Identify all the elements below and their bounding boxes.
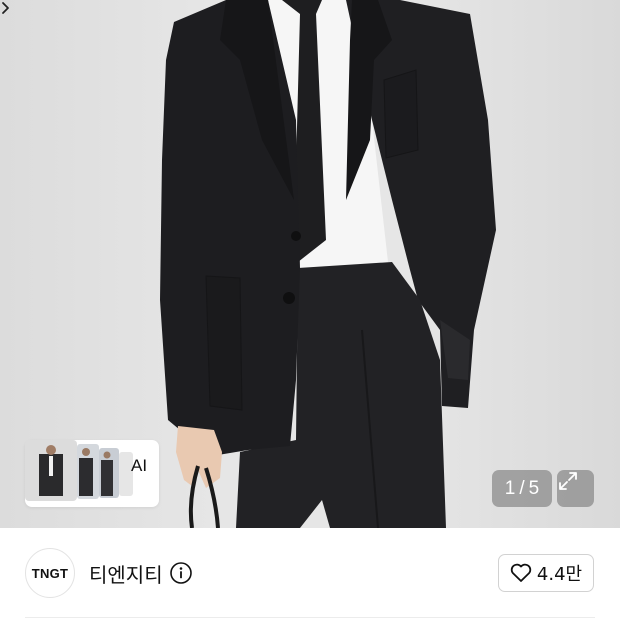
product-image[interactable]: AI 1 / 5	[0, 0, 620, 528]
expand-image-button[interactable]	[557, 470, 594, 507]
expand-icon	[559, 472, 577, 490]
section-divider	[25, 617, 595, 618]
current-page: 1	[504, 477, 516, 499]
chevron-right-icon[interactable]	[0, 0, 12, 16]
like-count: 4.4만	[536, 564, 583, 585]
like-button[interactable]: 4.4만	[498, 554, 594, 592]
info-icon[interactable]	[169, 561, 193, 585]
brand-logo-text: TNGT	[31, 565, 69, 581]
ai-label[interactable]: AI	[131, 456, 147, 476]
total-pages: 5	[528, 477, 540, 499]
ai-thumbnail-images	[25, 440, 133, 501]
page-separator: /	[519, 477, 525, 499]
image-page-indicator: 1 / 5	[492, 470, 552, 507]
heart-icon	[510, 563, 532, 582]
brand-name[interactable]: 티엔지티	[89, 559, 163, 588]
brand-logo[interactable]: TNGT	[25, 548, 75, 598]
